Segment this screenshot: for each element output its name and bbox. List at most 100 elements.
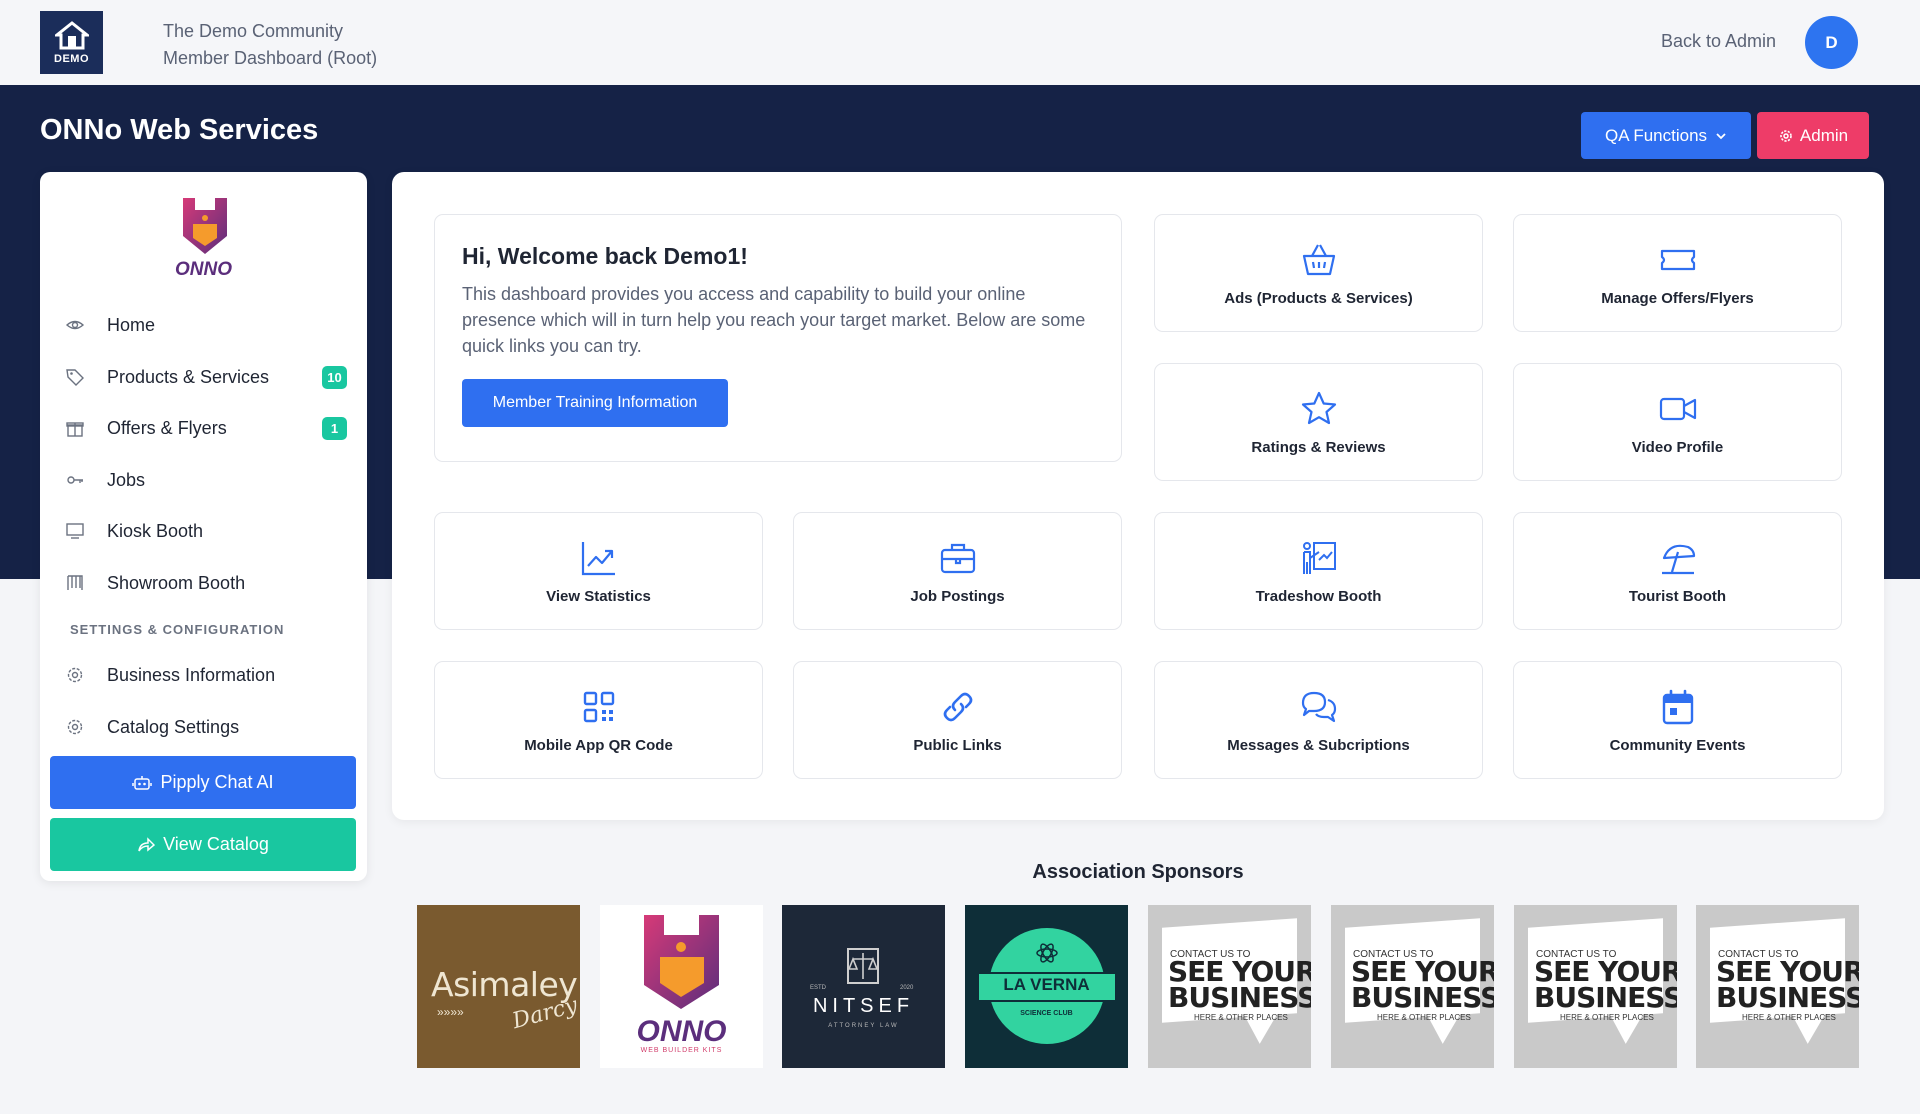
tile-tourist[interactable]: Tourist Booth (1513, 512, 1842, 630)
pipply-chat-label: Pipply Chat AI (160, 772, 274, 792)
sidebar-item-label: Business Information (107, 664, 276, 685)
sponsor-ad-slot[interactable]: CONTACT US TO SEE YOUR BUSINESS HERE & OT… (1514, 905, 1677, 1068)
link-icon (943, 692, 972, 721)
sidebar-item-offers[interactable]: Offers & Flyers 1 (40, 408, 367, 448)
tile-label: Tradeshow Booth (1255, 587, 1382, 605)
gear-icon (1780, 129, 1792, 142)
ad-headline: SEE YOUR BUSINESS (1534, 955, 1677, 1014)
monitor-icon (66, 523, 84, 539)
onno-logo-icon (183, 198, 227, 254)
avatar[interactable]: D (1805, 16, 1858, 69)
sponsor-onno[interactable]: ONNO WEB BUILDER KITS (600, 905, 763, 1068)
sidebar-item-label: Jobs (107, 469, 146, 490)
sponsor-name: LA VERNA (1003, 975, 1090, 994)
back-to-admin-link[interactable]: Back to Admin (1661, 31, 1776, 52)
tile-label: Job Postings (910, 587, 1005, 605)
scales-icon (847, 948, 879, 984)
pipply-chat-button[interactable]: Pipply Chat AI (50, 756, 356, 809)
tag-icon (66, 369, 84, 386)
tile-tradeshow[interactable]: Tradeshow Booth (1154, 512, 1483, 630)
tile-public-links[interactable]: Public Links (793, 661, 1122, 779)
count-badge: 1 (322, 416, 347, 440)
main-panel: Hi, Welcome back Demo1! This dashboard p… (392, 172, 1884, 820)
chevron-down-icon (1716, 132, 1726, 139)
sponsor-name: NITSEF (812, 995, 915, 1017)
tile-label: Manage Offers/Flyers (1601, 289, 1754, 307)
tile-label: Public Links (913, 736, 1002, 754)
chat-icon (1301, 691, 1336, 722)
sponsor-estd: ESTD (810, 985, 827, 991)
sidebar-item-showroom[interactable]: Showroom Booth (40, 563, 367, 603)
gear-icon (67, 719, 83, 735)
welcome-text: This dashboard provides you access and c… (462, 284, 1086, 356)
tile-ratings[interactable]: Ratings & Reviews (1154, 363, 1483, 481)
house-icon (54, 20, 89, 49)
sponsor-ad-slot[interactable]: CONTACT US TO SEE YOUR BUSINESS HERE & OT… (1148, 905, 1311, 1068)
sponsor-sub: ATTORNEY LAW (828, 1023, 899, 1029)
tile-video[interactable]: Video Profile (1513, 363, 1842, 481)
community-name: The Demo Community (163, 21, 344, 41)
calendar-icon (1662, 689, 1693, 724)
sponsor-sub: WEB BUILDER KITS (640, 1047, 723, 1054)
sponsor-ad-slot[interactable]: CONTACT US TO SEE YOUR BUSINESS HERE & OT… (1331, 905, 1494, 1068)
tile-jobs[interactable]: Job Postings (793, 512, 1122, 630)
org-info: The Demo Community Member Dashboard (Roo… (163, 18, 377, 72)
tile-statistics[interactable]: View Statistics (434, 512, 763, 630)
admin-label: Admin (1799, 125, 1849, 145)
robot-icon (132, 775, 153, 790)
basket-icon (1302, 243, 1335, 275)
ad-headline: SEE YOUR BUSINESS (1168, 955, 1311, 1014)
sidebar-item-label: Catalog Settings (107, 716, 240, 737)
qa-functions-button[interactable]: QA Functions (1581, 112, 1751, 159)
tile-label: Messages & Subcriptions (1227, 736, 1410, 754)
sidebar-item-products[interactable]: Products & Services 10 (40, 357, 367, 397)
sponsor-year: 2020 (900, 985, 914, 991)
ad-line: HERE & OTHER PLACES (1560, 1013, 1654, 1022)
sidebar-item-label: Products & Services (107, 366, 270, 387)
tile-messages[interactable]: Messages & Subcriptions (1154, 661, 1483, 779)
gift-icon (66, 422, 84, 437)
dashboard-name: Member Dashboard (Root) (163, 48, 378, 68)
sponsor-sub: SCIENCE CLUB (1020, 1010, 1073, 1017)
sidebar-item-label: Offers & Flyers (107, 417, 227, 438)
tile-qr-code[interactable]: Mobile App QR Code (434, 661, 763, 779)
atom-icon (1036, 943, 1058, 963)
view-catalog-label: View Catalog (163, 834, 269, 854)
sponsor-nitsef[interactable]: ESTD 2020 NITSEF ATTORNEY LAW (782, 905, 945, 1068)
sidebar-item-jobs[interactable]: Jobs (40, 460, 367, 500)
chart-icon (581, 541, 615, 575)
welcome-card: Hi, Welcome back Demo1! This dashboard p… (434, 214, 1122, 462)
briefcase-icon (940, 543, 975, 573)
ticket-icon (1660, 249, 1695, 270)
tile-ads[interactable]: Ads (Products & Services) (1154, 214, 1483, 332)
welcome-heading: Hi, Welcome back Demo1! (462, 243, 748, 269)
sponsors-heading: Association Sponsors (1032, 861, 1244, 883)
sidebar-item-label: Showroom Booth (107, 572, 246, 593)
sidebar: ONNO Home Products & Services 10 Offers … (40, 172, 367, 881)
sidebar-item-business-info[interactable]: Business Information (40, 655, 367, 695)
sponsor-asimaley[interactable]: Asimaley »»»» Darcy (417, 905, 580, 1068)
booth-icon (67, 575, 83, 590)
tile-label: Tourist Booth (1628, 587, 1727, 605)
ad-headline: SEE YOUR BUSINESS (1351, 955, 1494, 1014)
admin-button[interactable]: Admin (1757, 112, 1869, 159)
member-training-button[interactable]: Member Training Information (462, 379, 728, 427)
tile-label: Community Events (1609, 736, 1746, 754)
ad-line: HERE & OTHER PLACES (1742, 1013, 1836, 1022)
community-logo[interactable]: DEMO (40, 11, 103, 74)
gear-icon (67, 667, 83, 683)
share-icon (138, 836, 156, 852)
sidebar-item-catalog-settings[interactable]: Catalog Settings (40, 707, 367, 747)
star-icon (1301, 391, 1336, 424)
sidebar-item-home[interactable]: Home (40, 305, 367, 345)
tile-label: Video Profile (1631, 438, 1724, 456)
qa-functions-label: QA Functions (1604, 125, 1708, 145)
ad-line: HERE & OTHER PLACES (1377, 1013, 1471, 1022)
onno-logo-text: ONNO (175, 259, 232, 280)
sponsor-ad-slot[interactable]: CONTACT US TO SEE YOUR BUSINESS HERE & OT… (1696, 905, 1859, 1068)
tile-offers[interactable]: Manage Offers/Flyers (1513, 214, 1842, 332)
tile-community-events[interactable]: Community Events (1513, 661, 1842, 779)
sponsor-laverna[interactable]: LA VERNA SCIENCE CLUB (965, 905, 1128, 1068)
ad-line: HERE & OTHER PLACES (1194, 1013, 1288, 1022)
sidebar-item-kiosk[interactable]: Kiosk Booth (40, 511, 367, 551)
